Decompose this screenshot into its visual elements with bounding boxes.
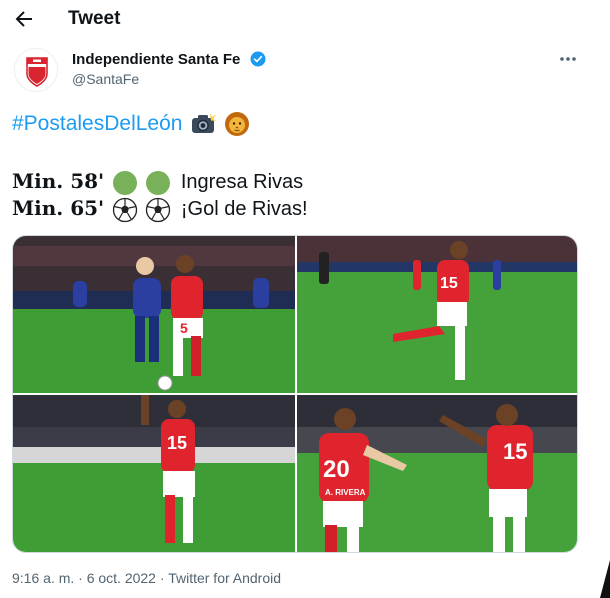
tweet-line-2: Min. 65' ¡Gol de Rivas!	[12, 195, 308, 223]
line-text: ¡Gol de Rivas!	[180, 198, 308, 220]
tweet-line-1: Min. 58' Ingresa Rivas	[12, 168, 303, 196]
author-handle[interactable]: @SantaFe	[72, 71, 139, 87]
lion-face-icon	[225, 112, 250, 137]
jersey-number: 15	[440, 275, 458, 292]
jersey-number: 15	[167, 433, 187, 453]
jersey-number: 5	[180, 320, 188, 336]
media-grid: 5 15 15 20 A. RIVERA 15	[12, 235, 578, 553]
line-text: Ingresa Rivas	[180, 171, 304, 193]
photo-2[interactable]: 15	[297, 236, 577, 393]
player-name: A. RIVERA	[325, 488, 366, 497]
arrow-left-icon[interactable]	[12, 7, 36, 31]
source-link[interactable]: Twitter for Android	[168, 570, 281, 586]
photo-4[interactable]: 20 A. RIVERA 15	[297, 395, 577, 552]
jersey-number: 15	[503, 439, 527, 464]
author[interactable]: Independiente Santa Fe	[72, 50, 267, 68]
separator: ·	[155, 570, 169, 586]
hashtag-link[interactable]: #PostalesDelLeón	[12, 112, 182, 135]
photo-1[interactable]: 5	[13, 236, 295, 393]
minute-label: Min. 58'	[12, 169, 105, 193]
tweet-hashtag-line: #PostalesDelLeón	[12, 110, 250, 138]
page-title: Tweet	[68, 8, 121, 29]
soccer-ball-icon	[146, 197, 171, 222]
jersey-number: 20	[323, 456, 350, 483]
photo-3[interactable]: 15	[13, 395, 295, 552]
green-circle-icon	[146, 170, 171, 195]
santa-fe-crest-icon	[26, 57, 48, 87]
minute-label: Min. 65'	[12, 196, 105, 220]
timestamp[interactable]: 9:16 a. m. · 6 oct. 2022	[12, 570, 156, 586]
author-name[interactable]: Independiente Santa Fe	[72, 51, 240, 68]
avatar[interactable]	[14, 48, 58, 92]
green-circle-icon	[112, 170, 137, 195]
scrollbar-corner-icon[interactable]	[600, 560, 610, 598]
tweet-meta: 9:16 a. m. · 6 oct. 2022 · Twitter for A…	[12, 570, 281, 586]
tweet-header: Tweet	[0, 0, 610, 38]
verified-badge-icon	[250, 51, 266, 67]
more-horizontal-icon[interactable]	[558, 50, 578, 68]
camera-flash-icon	[192, 113, 217, 134]
soccer-ball-icon	[112, 197, 137, 222]
